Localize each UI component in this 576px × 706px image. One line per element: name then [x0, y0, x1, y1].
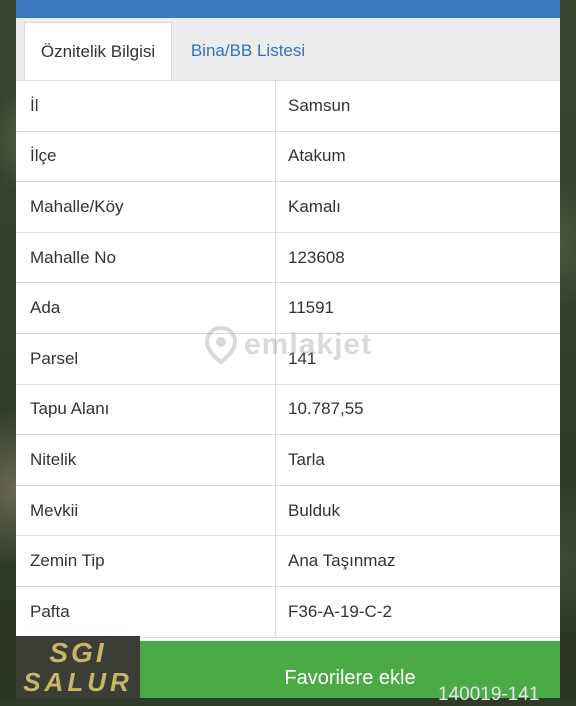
logo-line2: SALUR [23, 667, 133, 697]
row-value: F36-A-19-C-2 [288, 601, 392, 621]
table-row: Ada 11591 [16, 283, 560, 334]
tab-building-list[interactable]: Bina/BB Listesi [176, 22, 320, 80]
row-value: Kamalı [288, 196, 341, 216]
table-row: Tapu Alanı 10.787,55 [16, 384, 560, 436]
row-key: Parsel [16, 333, 276, 384]
attribute-panel: Öznitelik Bilgisi Bina/BB Listesi İl Sam… [16, 0, 560, 698]
row-value: Bulduk [288, 500, 340, 520]
row-value: 11591 [288, 298, 335, 318]
row-value: 10.787,55 [288, 399, 364, 419]
table-row: Mahalle/Köy Kamalı [16, 182, 560, 233]
row-value: Atakum [288, 146, 346, 166]
row-key: Nitelik [16, 435, 276, 485]
attribute-table: İl Samsun İlçe Atakum Mahalle/Köy Kamalı… [16, 81, 560, 638]
table-row: Zemin Tip Ana Taşınmaz [16, 536, 560, 587]
table-row: Mahalle No 123608 [16, 232, 560, 284]
logo-line1: SGI [49, 637, 107, 668]
row-value: 141 [288, 348, 317, 368]
row-value: Samsun [288, 95, 351, 115]
table-row: Pafta F36-A-19-C-2 [16, 586, 560, 638]
row-key: Tapu Alanı [16, 384, 276, 435]
row-key: Zemin Tip [16, 536, 276, 586]
row-key: Mahalle No [16, 232, 276, 283]
row-value: Ana Taşınmaz [288, 551, 396, 571]
row-key: Ada [16, 283, 276, 333]
tab-attribute-info[interactable]: Öznitelik Bilgisi [24, 22, 172, 80]
row-key: İlçe [16, 131, 276, 182]
table-row: Mevkii Bulduk [16, 485, 560, 537]
row-key: Mahalle/Köy [16, 182, 276, 232]
table-row: İlçe Atakum [16, 131, 560, 183]
row-key: Pafta [16, 586, 276, 637]
table-row: Parsel 141 [16, 333, 560, 385]
tab-bar: Öznitelik Bilgisi Bina/BB Listesi [16, 18, 560, 81]
row-value: 123608 [288, 247, 345, 267]
row-key: Mevkii [16, 485, 276, 536]
row-value: Tarla [288, 449, 325, 469]
company-logo: SGI SALUR [16, 636, 140, 698]
panel-header-bar [16, 0, 560, 18]
table-row: Nitelik Tarla [16, 435, 560, 486]
row-key: İl [16, 81, 276, 131]
parcel-code: 140019-141 [438, 684, 540, 705]
table-row: İl Samsun [16, 81, 560, 132]
